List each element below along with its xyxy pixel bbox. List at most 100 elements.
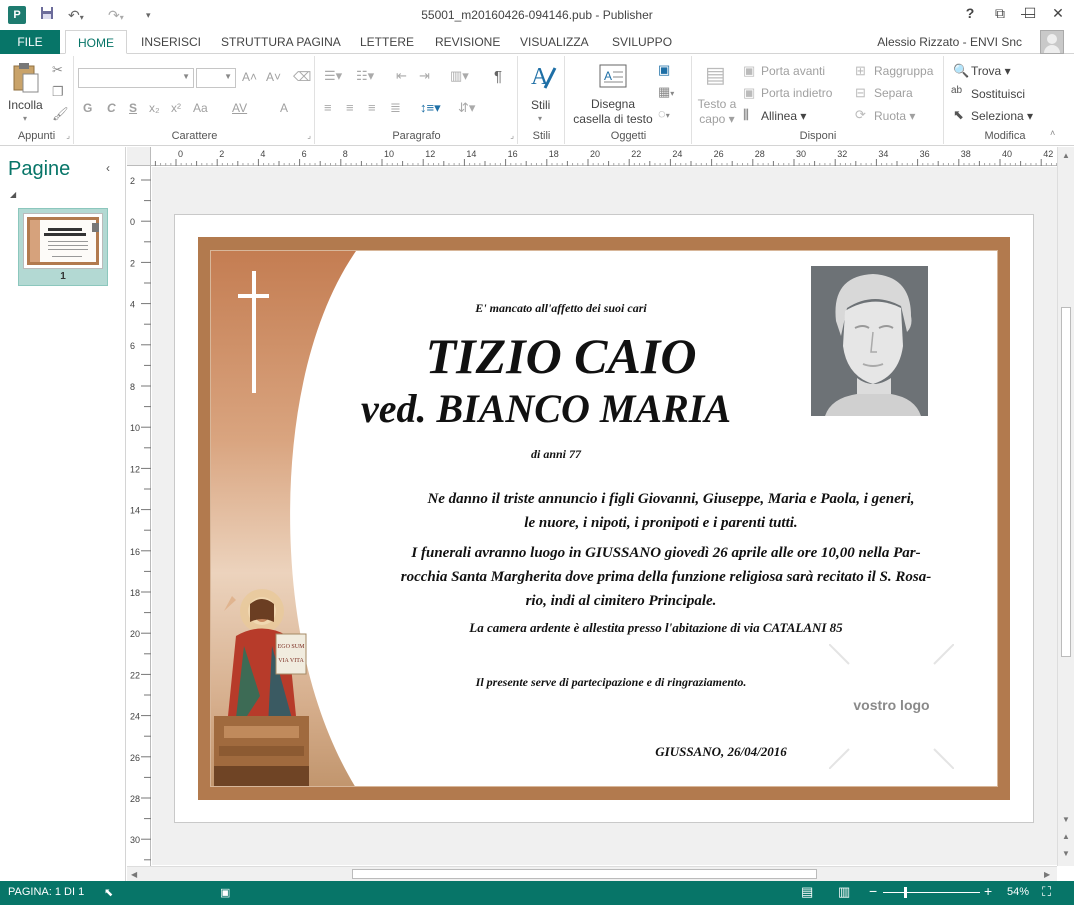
align-button[interactable]: Allinea ▾ xyxy=(761,109,806,123)
clear-format-icon[interactable]: ⌫ xyxy=(293,69,311,85)
single-page-view-icon[interactable]: ▤ xyxy=(801,884,813,900)
tab-home[interactable]: HOME xyxy=(65,30,127,54)
logo-placeholder[interactable]: vostro logo xyxy=(829,644,954,769)
horizontal-scroll-thumb[interactable] xyxy=(352,869,817,879)
pages-collapse-icon[interactable]: ‹ xyxy=(106,161,110,175)
tab-file[interactable]: FILE xyxy=(0,30,60,54)
paste-dropdown-icon[interactable]: ▾ xyxy=(23,114,27,123)
show-marks-button[interactable]: ¶ xyxy=(494,68,502,85)
send-backward-icon[interactable]: ▣ xyxy=(743,85,755,101)
widow-name[interactable]: ved. BIANCO MARIA xyxy=(311,385,781,433)
group-icon[interactable]: ⊞ xyxy=(855,63,866,79)
vertical-scroll-thumb[interactable] xyxy=(1061,307,1071,657)
ungroup-icon[interactable]: ⊟ xyxy=(855,85,866,101)
bold-button[interactable]: G xyxy=(83,101,92,115)
two-page-view-icon[interactable]: ▥ xyxy=(838,884,850,900)
chapel-text[interactable]: La camera ardente è allestita presso l'a… xyxy=(381,620,931,636)
publication-page[interactable]: EGO SUM VIA VITA E' mancato all'affetto … xyxy=(174,214,1034,823)
find-icon[interactable]: 🔍 xyxy=(953,63,969,79)
funeral-line-2[interactable]: rocchia Santa Margherita dove prima dell… xyxy=(341,569,991,586)
zoom-out-icon[interactable]: − xyxy=(869,883,877,899)
tab-lettere[interactable]: LETTERE xyxy=(360,30,414,54)
draw-textbox-button[interactable]: Disegna casella di testo xyxy=(568,97,658,127)
fit-page-icon[interactable]: ⛶ xyxy=(1042,884,1051,900)
char-spacing-button[interactable]: AV xyxy=(232,101,247,115)
align-right-icon[interactable]: ≡ xyxy=(368,100,376,115)
page-thumbnail[interactable]: 1 xyxy=(18,208,108,286)
paragrafo-launcher-icon[interactable]: ⌟ xyxy=(510,131,514,140)
justify-icon[interactable]: ≣ xyxy=(390,100,401,116)
zoom-level[interactable]: 54% xyxy=(1007,886,1029,898)
border-frame[interactable]: EGO SUM VIA VITA E' mancato all'affetto … xyxy=(198,237,1010,800)
bring-forward-button[interactable]: Porta avanti xyxy=(761,64,825,78)
funeral-line-1[interactable]: I funerali avranno luogo in GIUSSANO gio… xyxy=(351,545,981,562)
announcement-line-2[interactable]: le nuore, i nipoti, i pronipoti e i pare… xyxy=(411,515,911,532)
numbering-icon[interactable]: ☷▾ xyxy=(356,68,374,84)
deceased-name[interactable]: TIZIO CAIO xyxy=(341,327,781,385)
group-button[interactable]: Raggruppa xyxy=(874,64,933,78)
tab-revisione[interactable]: REVISIONE xyxy=(435,30,500,54)
find-button[interactable]: Trova ▾ xyxy=(971,64,1011,78)
section-expand-icon[interactable]: ◢ xyxy=(10,190,16,199)
bullets-icon[interactable]: ☰▾ xyxy=(324,68,342,84)
scroll-left-icon[interactable]: ◀ xyxy=(131,870,137,879)
close-button[interactable]: ✕ xyxy=(1048,5,1068,22)
zoom-in-icon[interactable]: + xyxy=(984,883,992,899)
help-button[interactable]: ? xyxy=(960,5,980,21)
vertical-ruler[interactable]: 2 0 2 4 6 8 10 12 14 16 18 20 22 24 26 28 30 xyxy=(127,166,151,866)
appunti-launcher-icon[interactable]: ⌟ xyxy=(66,131,70,140)
ribbon-display-button[interactable]: ⧉ xyxy=(990,5,1010,22)
change-case-button[interactable]: Aa xyxy=(193,101,208,115)
tab-inserisci[interactable]: INSERISCI xyxy=(141,30,201,54)
subscript-button[interactable]: x₂ xyxy=(149,101,160,115)
styles-button[interactable]: Stili xyxy=(531,98,550,112)
intro-text[interactable]: E' mancato all'affetto dei suoi cari xyxy=(371,301,751,316)
paragraph-spacing-icon[interactable]: ⇵▾ xyxy=(458,100,475,116)
rotate-button[interactable]: Ruota ▾ xyxy=(874,109,915,123)
document-canvas[interactable]: EGO SUM VIA VITA E' mancato all'affetto … xyxy=(152,167,1057,865)
increase-indent-icon[interactable]: ⇥ xyxy=(419,68,430,84)
decrease-indent-icon[interactable]: ⇤ xyxy=(396,68,407,84)
user-name[interactable]: Alessio Rizzato - ENVI Snc xyxy=(877,35,1022,49)
align-center-icon[interactable]: ≡ xyxy=(346,100,354,115)
funeral-line-3[interactable]: rio, indi al cimitero Principale. xyxy=(471,593,771,610)
draw-textbox-icon[interactable]: A xyxy=(599,64,627,91)
text-wrap-button[interactable]: Testo a capo ▾ xyxy=(693,97,741,127)
shapes-icon[interactable]: ◌▾ xyxy=(658,106,670,121)
replace-button[interactable]: Sostituisci xyxy=(971,87,1025,101)
format-painter-icon[interactable]: 🖌 xyxy=(52,106,69,122)
avatar[interactable] xyxy=(1040,30,1064,54)
font-color-button[interactable]: A xyxy=(280,101,288,115)
table-icon[interactable]: ▦▾ xyxy=(658,84,674,100)
paste-button[interactable]: Incolla xyxy=(8,98,43,112)
zoom-slider-thumb[interactable] xyxy=(904,887,907,898)
tab-visualizza[interactable]: VISUALIZZA xyxy=(520,30,589,54)
styles-icon[interactable]: A xyxy=(529,62,557,95)
scroll-down-icon[interactable]: ▼ xyxy=(1062,815,1070,824)
select-icon[interactable]: ⬉ xyxy=(953,107,964,123)
align-left-icon[interactable]: ≡ xyxy=(324,100,332,115)
previous-page-icon[interactable]: ▲ xyxy=(1062,832,1070,841)
italic-button[interactable]: C xyxy=(107,101,116,115)
cut-icon[interactable]: ✂ xyxy=(52,62,63,78)
underline-button[interactable]: S xyxy=(129,101,137,115)
columns-icon[interactable]: ▥▾ xyxy=(450,68,469,84)
grow-font-button[interactable]: A˄ xyxy=(242,70,257,84)
place-date-text[interactable]: GIUSSANO, 26/04/2016 xyxy=(611,744,831,760)
font-size-combo[interactable]: ▼ xyxy=(196,68,236,88)
copy-icon[interactable]: ❐ xyxy=(52,84,64,100)
horizontal-scrollbar[interactable]: ◀ ▶ xyxy=(127,866,1057,881)
send-backward-button[interactable]: Porta indietro xyxy=(761,86,832,100)
collapse-ribbon-icon[interactable]: ˄ xyxy=(1050,128,1055,138)
tab-sviluppo[interactable]: SVILUPPO xyxy=(612,30,672,54)
replace-icon[interactable]: ab xyxy=(951,85,962,96)
text-wrap-icon[interactable]: ▤ xyxy=(705,62,726,88)
horizontal-ruler[interactable]: 0 2 4 6 8 10 12 14 16 18 20 22 24 26 28 30 32 34 36 38 40 42 xyxy=(151,147,1057,166)
paste-icon[interactable] xyxy=(12,62,40,97)
bring-forward-icon[interactable]: ▣ xyxy=(743,63,755,79)
maximize-button[interactable]: ☐ xyxy=(1020,5,1040,22)
rotate-icon[interactable]: ⟳ xyxy=(855,107,866,123)
zoom-slider-track[interactable] xyxy=(883,892,980,893)
macro-record-icon[interactable]: ▣ xyxy=(220,886,230,899)
announcement-line-1[interactable]: Ne danno il triste annuncio i figli Giov… xyxy=(371,491,971,508)
